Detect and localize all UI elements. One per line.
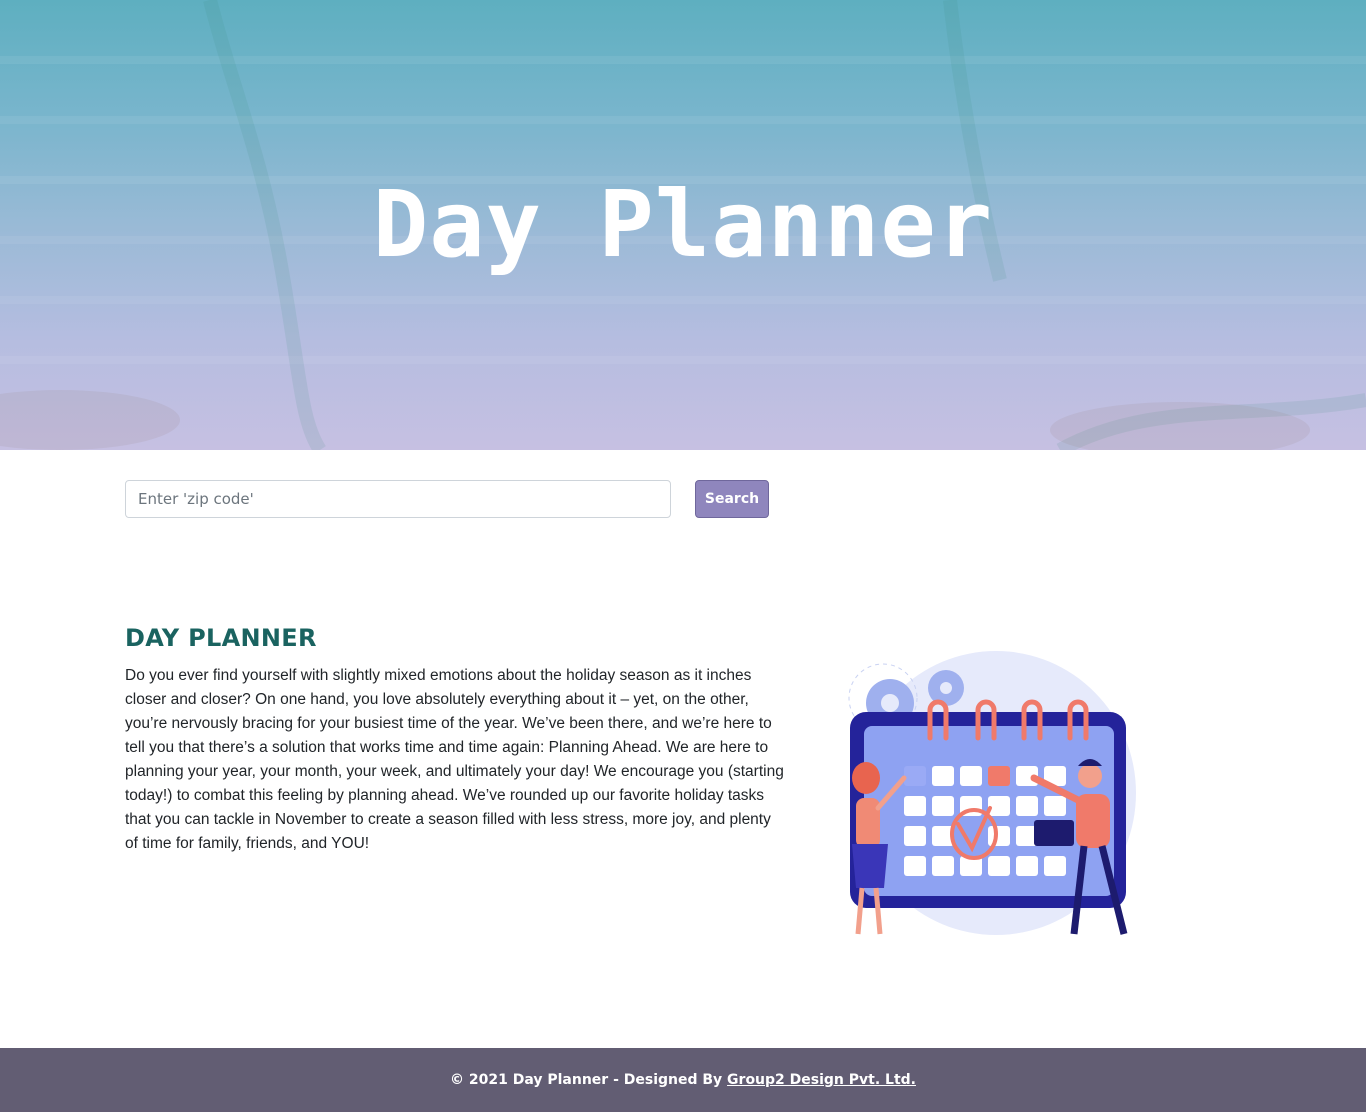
hero-title: Day Planner	[372, 171, 994, 278]
footer: © 2021 Day Planner - Designed By Group2 …	[0, 1048, 1366, 1112]
section-heading: DAY PLANNER	[125, 624, 317, 652]
calendar-planning-illustration-icon	[848, 651, 1136, 935]
footer-copyright: © 2021 Day Planner - Designed By	[450, 1072, 728, 1088]
hero-banner: Day Planner	[0, 0, 1366, 450]
section-description: Do you ever find yourself with slightly …	[125, 667, 784, 852]
zip-code-search-input[interactable]	[125, 480, 671, 518]
footer-company-link[interactable]: Group2 Design Pvt. Ltd.	[727, 1072, 916, 1088]
search-button[interactable]: Search	[695, 480, 769, 518]
